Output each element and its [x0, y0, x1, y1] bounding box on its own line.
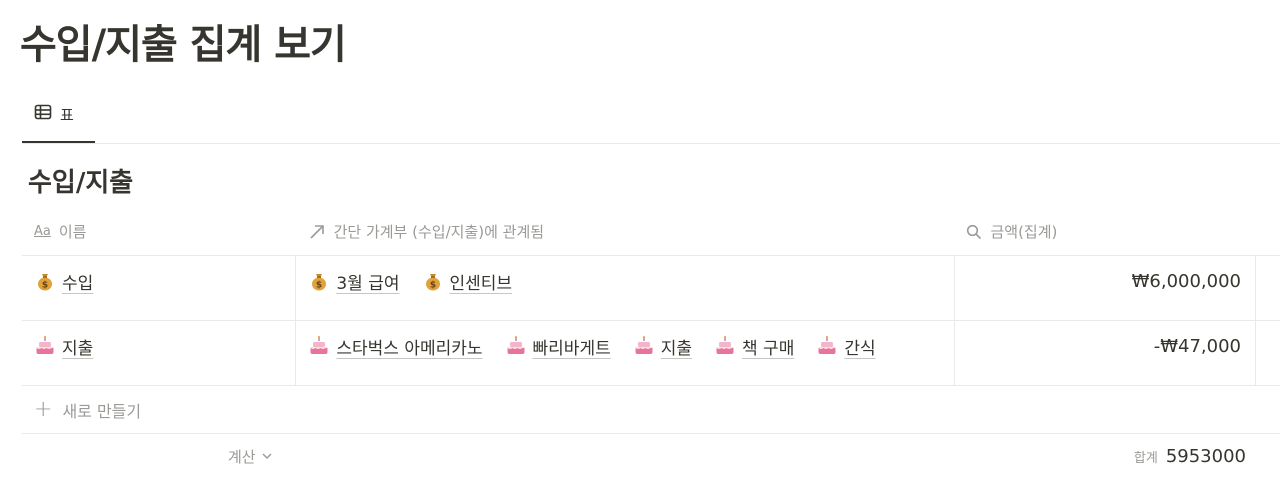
svg-text:$: $: [429, 281, 435, 291]
svg-text:$: $: [316, 281, 322, 291]
view-tabs: 표: [22, 98, 95, 144]
tab-table-view[interactable]: 표: [22, 98, 86, 130]
table-row[interactable]: 지출 스타벅스 아메리카노 빠리바게트 지출 책 구매 간식 -₩47,000: [22, 321, 1280, 386]
relation-label: 빠리바게트: [532, 338, 611, 359]
database-table: Aa 이름 간단 가계부 (수입/지출)에 관계됨 금액(집계) $ 수입 $ …: [22, 208, 1280, 482]
money-bag-icon: $: [34, 270, 62, 292]
table-row[interactable]: $ 수입 $ 3월 급여 $ 인센티브 ₩6,000,000: [22, 256, 1280, 321]
table-icon: [34, 103, 60, 125]
cake-icon: [34, 335, 62, 357]
relation-label: 지출: [660, 338, 693, 359]
relation-item[interactable]: $ 3월 급여: [308, 268, 400, 294]
amount-value: ₩6,000,000: [1131, 270, 1241, 292]
relation-item[interactable]: $ 인센티브: [422, 268, 513, 294]
relation-label: 책 구매: [742, 338, 795, 359]
calculate-dropdown[interactable]: 계산: [228, 446, 272, 467]
relation-item[interactable]: 스타벅스 아메리카노: [308, 333, 483, 359]
column-header-label: 간단 가계부 (수입/지출)에 관계됨: [333, 223, 545, 241]
column-header-relation[interactable]: 간단 가계부 (수입/지출)에 관계됨: [296, 208, 955, 255]
row-extra-cell: [1255, 256, 1280, 320]
row-relation-cell[interactable]: 스타벅스 아메리카노 빠리바게트 지출 책 구매 간식: [295, 321, 953, 385]
column-header-amount[interactable]: 금액(집계): [954, 208, 1256, 255]
new-row-button[interactable]: + 새로 만들기: [22, 386, 1280, 434]
row-title[interactable]: 지출: [62, 334, 93, 359]
column-header-name[interactable]: Aa 이름: [22, 208, 296, 255]
cake-icon: [505, 335, 533, 357]
row-name-cell[interactable]: $ 수입: [22, 256, 295, 320]
sum-value: 5953000: [1165, 446, 1246, 467]
chevron-down-icon: [262, 450, 272, 463]
cake-icon: [308, 335, 336, 357]
database-title[interactable]: 수입/지출: [28, 162, 133, 199]
new-row-label: 새로 만들기: [62, 401, 142, 421]
tab-label: 표: [60, 105, 74, 124]
relation-item[interactable]: 지출: [633, 333, 692, 359]
row-extra-cell: [1255, 321, 1280, 385]
table-header-row: Aa 이름 간단 가계부 (수입/지출)에 관계됨 금액(집계): [22, 208, 1280, 256]
text-aa-icon: Aa: [34, 224, 51, 239]
divider: [22, 143, 1280, 144]
column-header-more[interactable]: [1256, 208, 1280, 255]
svg-text:$: $: [42, 281, 48, 291]
column-header-label: 이름: [58, 223, 87, 241]
relation-label: 인센티브: [449, 273, 513, 294]
relation-item[interactable]: 빠리바게트: [505, 333, 611, 359]
relation-label: 3월 급여: [336, 273, 400, 294]
sum-aggregate[interactable]: 합계 5953000: [1134, 446, 1246, 467]
money-bag-icon: $: [422, 270, 450, 292]
row-title[interactable]: 수입: [62, 269, 93, 294]
relation-label: 간식: [844, 338, 876, 359]
column-header-label: 금액(집계): [990, 223, 1058, 241]
row-amount-cell[interactable]: -₩47,000: [953, 321, 1255, 385]
row-relation-cell[interactable]: $ 3월 급여 $ 인센티브: [295, 256, 953, 320]
calculate-label: 계산: [228, 448, 256, 466]
cake-icon: [633, 335, 661, 357]
amount-value: -₩47,000: [1153, 335, 1241, 357]
row-name-cell[interactable]: 지출: [22, 321, 295, 385]
relation-item[interactable]: 책 구매: [714, 333, 794, 359]
cake-icon: [816, 335, 844, 357]
sum-label: 합계: [1133, 451, 1158, 466]
search-icon: [966, 224, 982, 240]
table-footer: 계산 합계 5953000: [22, 434, 1280, 482]
plus-icon: +: [34, 397, 53, 422]
cake-icon: [714, 335, 742, 357]
relation-item[interactable]: 간식: [816, 333, 876, 359]
relation-arrow-icon: [308, 223, 326, 241]
money-bag-icon: $: [308, 270, 336, 292]
page-title: 수입/지출 집계 보기: [20, 22, 347, 68]
relation-label: 스타벅스 아메리카노: [336, 338, 483, 359]
row-amount-cell[interactable]: ₩6,000,000: [953, 256, 1255, 320]
